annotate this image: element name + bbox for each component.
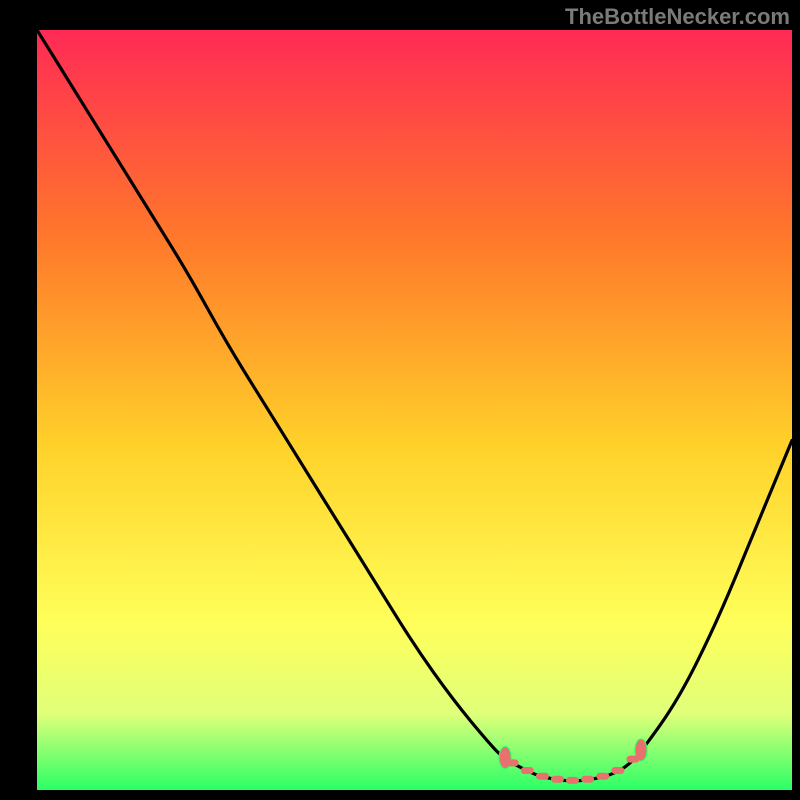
marker-dash [627, 756, 640, 763]
marker-dash [566, 777, 579, 784]
marker-dash [596, 773, 609, 780]
marker-dash [536, 773, 549, 780]
chart-container: TheBottleNecker.com [0, 0, 800, 800]
bottleneck-chart [0, 0, 800, 800]
marker-dash [611, 767, 624, 774]
gradient-background [37, 30, 792, 790]
marker-dash [551, 776, 564, 783]
marker-dash [581, 776, 594, 783]
attribution-text: TheBottleNecker.com [565, 4, 790, 30]
marker-dash [521, 767, 534, 774]
marker-dash [506, 759, 519, 766]
